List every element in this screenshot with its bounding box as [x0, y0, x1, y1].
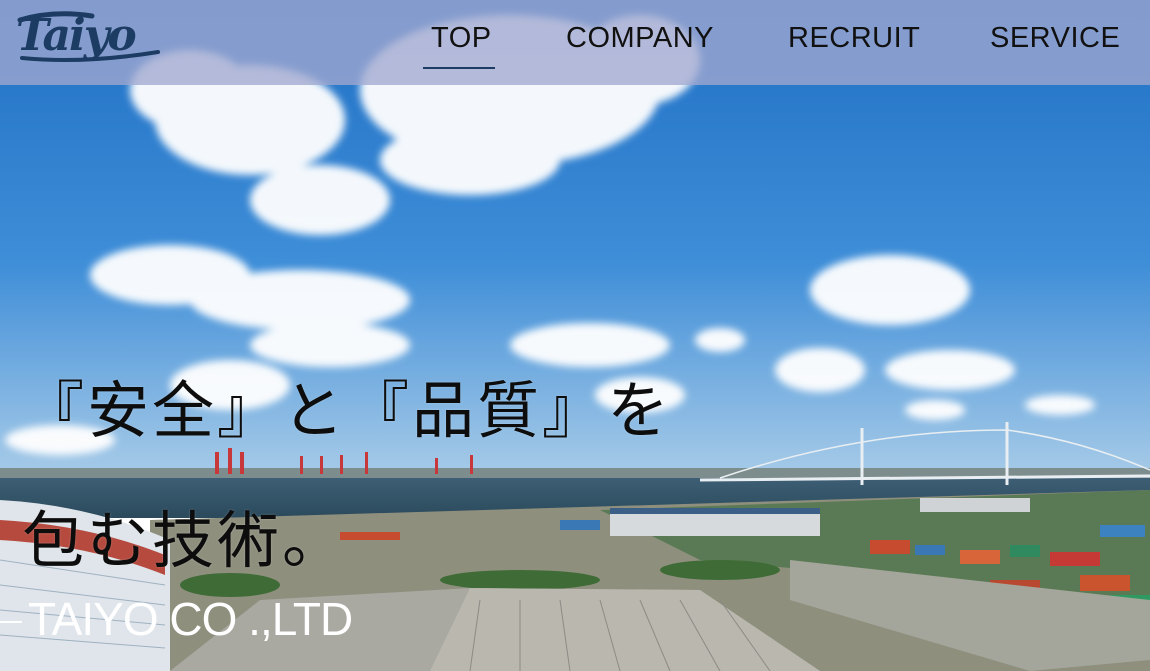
nav-item-company[interactable]: COMPANY: [566, 22, 714, 55]
top-navigation: Taiyo TOP COMPANY RECRUIT SERVICE: [0, 0, 1150, 85]
company-name-divider: [0, 621, 22, 623]
taiyo-logo[interactable]: Taiyo: [14, 6, 162, 66]
nav-active-underline: [423, 67, 495, 69]
hero-headline-line1: 『安全』と『品質』を: [22, 374, 673, 447]
nav-item-service[interactable]: SERVICE: [990, 22, 1120, 55]
company-name: TAIYO CO .,LTD: [28, 593, 353, 645]
hero-headline-line2: 包む技術。: [22, 504, 348, 577]
hero-image: 『安全』と『品質』を 包む技術。 TAIYO CO .,LTD: [0, 0, 1150, 671]
nav-item-recruit[interactable]: RECRUIT: [788, 22, 920, 55]
nav-item-top[interactable]: TOP: [431, 22, 492, 55]
